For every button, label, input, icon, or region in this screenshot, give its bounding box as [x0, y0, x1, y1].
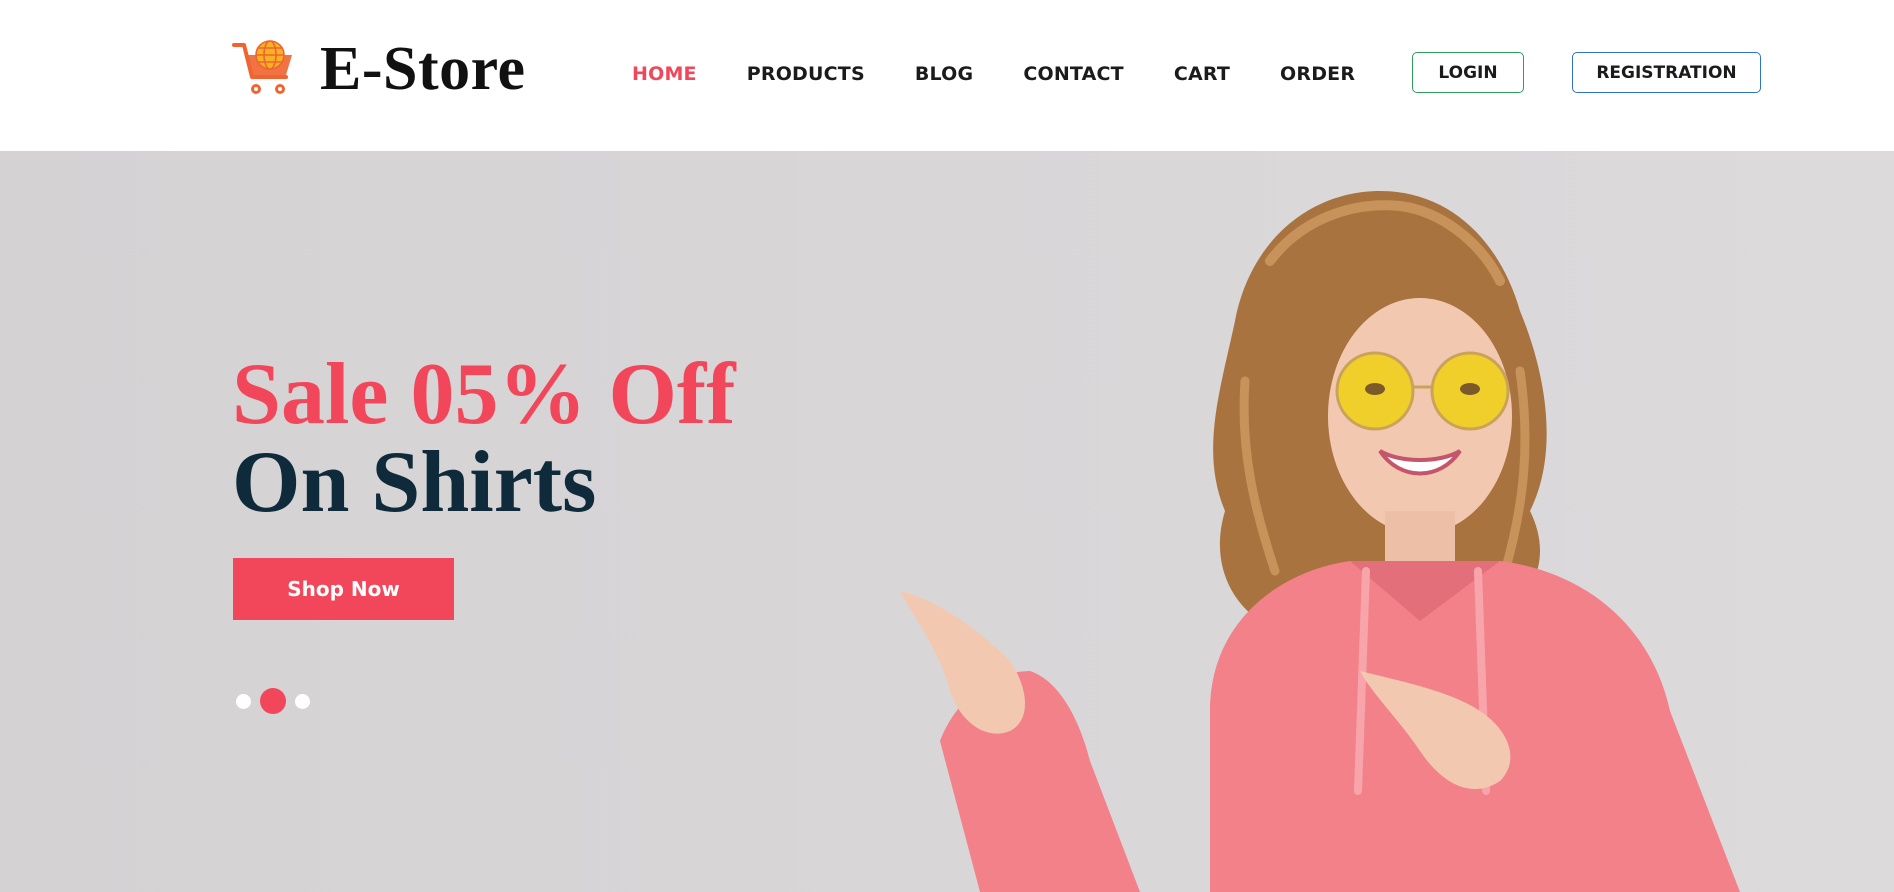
hero-headline-product: On Shirts: [232, 434, 597, 531]
shop-now-button[interactable]: Shop Now: [233, 558, 454, 620]
nav-contact[interactable]: CONTACT: [1023, 62, 1124, 86]
slider-dot-3[interactable]: [295, 693, 310, 709]
nav-order[interactable]: ORDER: [1280, 62, 1355, 86]
nav-products[interactable]: PRODUCTS: [747, 62, 865, 86]
registration-button[interactable]: REGISTRATION: [1572, 52, 1761, 93]
slider-dot-1[interactable]: [236, 693, 251, 709]
login-button[interactable]: LOGIN: [1412, 52, 1524, 93]
slider-dots: [236, 688, 323, 714]
brand-name: E-Store: [320, 35, 526, 103]
brand-logo[interactable]: E-Store: [232, 36, 526, 102]
main-nav: HOME PRODUCTS BLOG CONTACT CART ORDER: [632, 62, 1405, 86]
slider-dot-2[interactable]: [260, 688, 286, 714]
hero-banner: Sale 05% Off On Shirts Shop Now: [0, 151, 1894, 892]
hero-headline-sale: Sale 05% Off: [232, 346, 736, 443]
nav-cart[interactable]: CART: [1174, 62, 1230, 86]
site-header: E-Store HOME PRODUCTS BLOG CONTACT CART …: [0, 0, 1894, 151]
nav-blog[interactable]: BLOG: [915, 62, 973, 86]
shopping-cart-globe-icon: [232, 40, 292, 94]
nav-home[interactable]: HOME: [632, 62, 697, 86]
woman-pointing-photo: [900, 191, 1740, 892]
